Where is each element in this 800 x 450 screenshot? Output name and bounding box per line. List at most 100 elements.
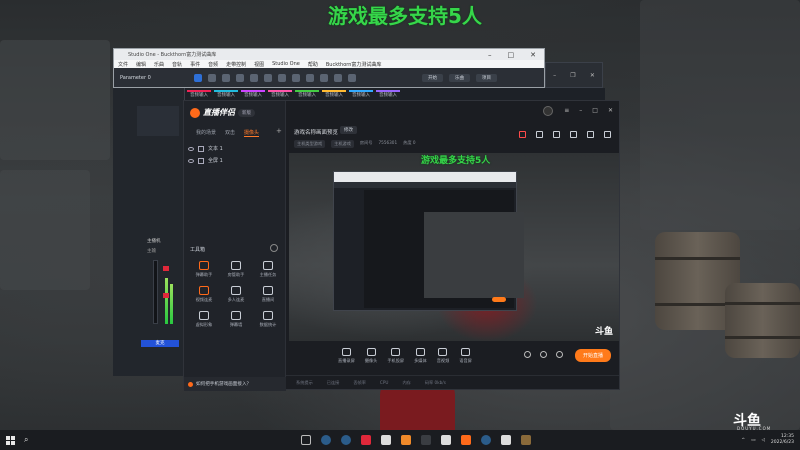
tab-double[interactable]: 双击 xyxy=(225,129,235,137)
listen-tool-icon[interactable] xyxy=(292,73,300,82)
track-header[interactable]: 音频输入 xyxy=(376,90,400,98)
studio-one-window[interactable]: Studio One - Buckthorn富力测试曲库 – □ ✕ 文件 编辑… xyxy=(113,48,545,88)
share-screen-icon[interactable] xyxy=(553,131,560,138)
loop-icon[interactable] xyxy=(348,73,356,82)
gift-icon[interactable] xyxy=(519,131,526,138)
maximize-icon[interactable]: □ xyxy=(508,51,515,59)
tray-up-icon[interactable]: ^ xyxy=(741,438,745,443)
bend-tool-icon[interactable] xyxy=(306,73,314,82)
menu-studio-one[interactable]: Studio One xyxy=(272,61,300,67)
audio-video-button[interactable]: 音视频 xyxy=(437,348,449,364)
track-header[interactable]: 音频输入 xyxy=(268,90,292,98)
tab-my-scenes[interactable]: 我的场景 xyxy=(196,129,216,137)
version-badge[interactable]: 新版 xyxy=(238,108,255,117)
menu-audio[interactable]: 音频 xyxy=(208,61,218,68)
split-tool-icon[interactable] xyxy=(278,73,286,82)
steam-icon[interactable] xyxy=(341,435,352,445)
menu-help[interactable]: 帮助 xyxy=(308,61,318,68)
source-item[interactable]: 文本 1 xyxy=(188,145,223,152)
record-arm-button[interactable] xyxy=(163,266,169,271)
range-tool-icon[interactable] xyxy=(208,73,216,82)
copy-icon[interactable] xyxy=(570,131,577,138)
tool-danmu-helper[interactable]: 弹幕助手 xyxy=(188,261,220,278)
tool-video-link[interactable]: 视频连麦 xyxy=(188,286,220,303)
room-subcategory[interactable]: 主机游戏 xyxy=(331,140,354,148)
track-header[interactable]: 音频输入 xyxy=(295,90,319,98)
tool-danmu-wall[interactable]: 弹幕墙 xyxy=(220,311,252,328)
menu-edit[interactable]: 编辑 xyxy=(136,61,146,68)
netease-music-icon[interactable] xyxy=(361,435,372,445)
steam-icon[interactable] xyxy=(321,435,332,445)
start-button[interactable]: 开始 xyxy=(422,73,443,82)
minimize-icon[interactable]: – xyxy=(488,51,492,59)
room-category[interactable]: 主机类型游戏 xyxy=(294,140,326,148)
bell-icon[interactable] xyxy=(587,131,594,138)
visibility-eye-icon[interactable] xyxy=(188,146,194,151)
source-item[interactable]: 全屏 1 xyxy=(188,157,223,164)
tab-camera[interactable]: 摄像头 xyxy=(244,129,260,137)
record-screen-button[interactable]: 直播录屏 xyxy=(338,348,355,364)
steam-icon[interactable] xyxy=(481,435,492,445)
toolbox-settings-icon[interactable] xyxy=(270,244,278,252)
track-header[interactable]: 音频输入 xyxy=(322,90,346,98)
share-icon[interactable] xyxy=(604,131,611,138)
project-button[interactable]: 项目 xyxy=(476,73,497,82)
menu-track[interactable]: 音轨 xyxy=(172,61,182,68)
arrow-tool-icon[interactable] xyxy=(194,73,202,82)
song-button[interactable]: 乐曲 xyxy=(449,73,470,82)
game-icon[interactable] xyxy=(521,435,532,445)
voice-button[interactable]: 语音屏 xyxy=(459,348,472,364)
video-settings-icon[interactable] xyxy=(524,351,531,358)
help-tip[interactable]: 如何把手机游戏画面接入？ xyxy=(184,377,286,391)
tool-live-room[interactable]: 直播间 xyxy=(252,286,284,303)
mute-tool-icon[interactable] xyxy=(264,73,272,82)
restore-icon[interactable]: ❐ xyxy=(570,72,575,79)
maximize-icon[interactable]: □ xyxy=(592,107,598,114)
menu-view[interactable]: 视图 xyxy=(254,61,264,68)
search-icon[interactable]: ⌕ xyxy=(24,435,28,445)
volume-icon[interactable]: ◁ xyxy=(761,438,764,443)
preview-eye-icon[interactable] xyxy=(540,351,547,358)
stream-preview[interactable]: 游戏最多支持5人 斗鱼 xyxy=(289,153,619,341)
visibility-eye-icon[interactable] xyxy=(188,158,194,163)
record-arm-button[interactable] xyxy=(163,293,169,298)
phone-cast-button[interactable]: 手机投屏 xyxy=(387,348,404,364)
edit-room-button[interactable]: 修改 xyxy=(340,126,357,134)
tool-avatar[interactable]: 虚拟形象 xyxy=(188,311,220,328)
task-view-icon[interactable] xyxy=(301,435,312,445)
snap-icon[interactable] xyxy=(320,73,328,82)
close-icon[interactable]: ✕ xyxy=(590,72,595,79)
feather-app-icon[interactable] xyxy=(441,435,452,445)
camera-button[interactable]: 摄像头 xyxy=(365,348,377,364)
zoom-tool-icon[interactable] xyxy=(334,73,342,82)
tool-room-admin[interactable]: 房管助手 xyxy=(220,261,252,278)
menu-transport[interactable]: 走带控制 xyxy=(226,61,246,68)
track-header[interactable]: 音频输入 xyxy=(214,90,238,98)
start-live-button[interactable]: 开始直播 xyxy=(574,349,611,362)
multimedia-button[interactable]: 多媒体 xyxy=(414,348,427,364)
tool-data-stats[interactable]: 数据统计 xyxy=(252,311,284,328)
pencil-tool-icon[interactable] xyxy=(222,73,230,82)
eraser-tool-icon[interactable] xyxy=(236,73,244,82)
track-header[interactable]: 音频输入 xyxy=(187,90,211,98)
douyu-live-window[interactable]: 直播伴侣 新版 我的场景 双击 摄像头 + 文本 1 全屏 1 工具箱 弹幕助手… xyxy=(183,100,620,391)
lock-icon[interactable] xyxy=(536,131,543,138)
menu-file[interactable]: 文件 xyxy=(118,61,128,68)
settings-gear-icon[interactable] xyxy=(556,351,563,358)
studio-one-icon[interactable] xyxy=(401,435,412,445)
feather-app-icon[interactable] xyxy=(501,435,512,445)
menu-event[interactable]: 事件 xyxy=(190,61,200,68)
menu-icon[interactable]: ≡ xyxy=(564,107,569,114)
add-scene-icon[interactable]: + xyxy=(276,127,282,135)
douyu-live-icon[interactable] xyxy=(461,435,472,445)
track-header[interactable]: 音频输入 xyxy=(349,90,373,98)
paint-tool-icon[interactable] xyxy=(250,73,258,82)
tool-multi-link[interactable]: 多人连麦 xyxy=(220,286,252,303)
track-header[interactable]: 音频输入 xyxy=(241,90,265,98)
tool-streamer-task[interactable]: 主播任务 xyxy=(252,261,284,278)
minimize-icon[interactable]: – xyxy=(553,72,556,79)
close-icon[interactable]: ✕ xyxy=(530,51,536,59)
channel-button[interactable]: 麦克 xyxy=(141,340,179,347)
feather-app-icon[interactable] xyxy=(381,435,392,445)
minimize-icon[interactable]: – xyxy=(579,107,582,114)
